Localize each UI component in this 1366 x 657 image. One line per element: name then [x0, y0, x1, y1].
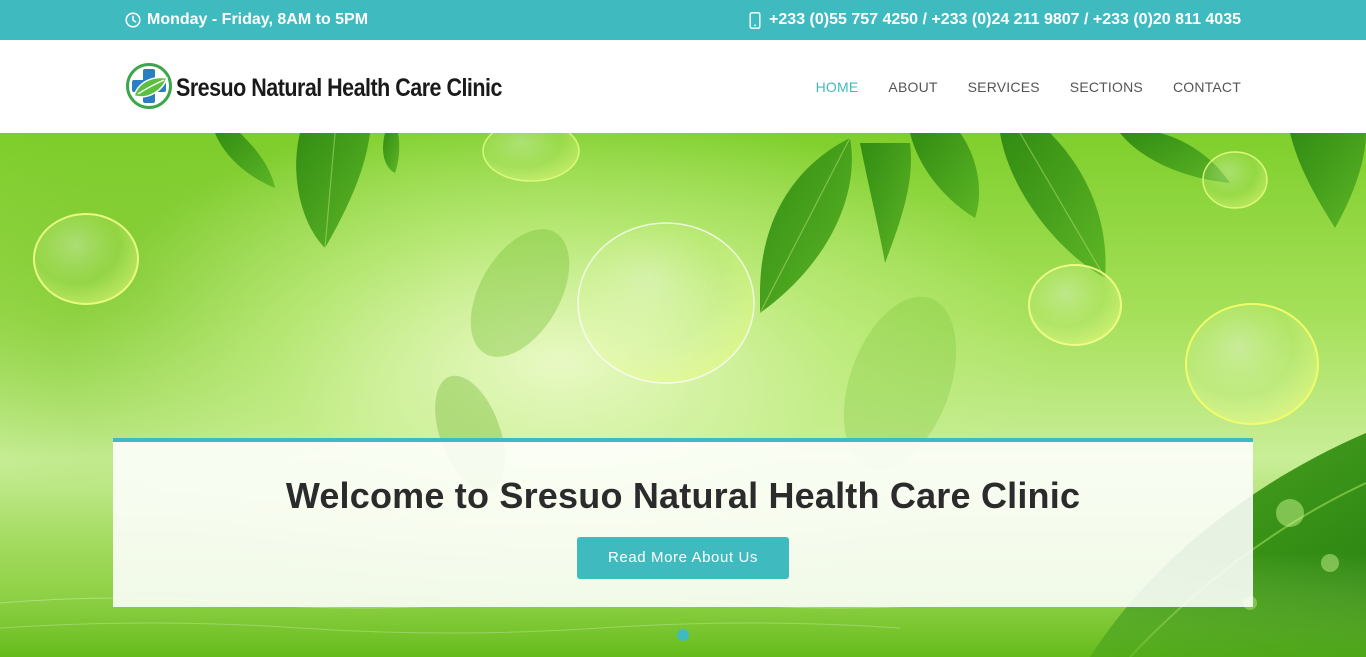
site-header: Sresuo Natural Health Care Clinic HOME A…	[0, 40, 1366, 133]
phone-numbers: +233 (0)55 757 4250 / +233 (0)24 211 980…	[749, 0, 1241, 40]
main-navigation: HOME ABOUT SERVICES SECTIONS CONTACT	[816, 40, 1241, 133]
logo-title: Sresuo Natural Health Care Clinic	[176, 74, 502, 102]
nav-item-home[interactable]: HOME	[816, 79, 859, 95]
hero-slider: Welcome to Sresuo Natural Health Care Cl…	[0, 133, 1366, 657]
cross-leaf-logo-icon	[125, 62, 173, 115]
nav-item-about[interactable]: ABOUT	[888, 79, 937, 95]
leaf-group-left	[215, 133, 400, 249]
mobile-phone-icon	[749, 11, 761, 29]
nav-item-contact[interactable]: CONTACT	[1173, 79, 1241, 95]
phones-text[interactable]: +233 (0)55 757 4250 / +233 (0)24 211 980…	[769, 11, 1241, 29]
top-info-bar: Monday - Friday, 8AM to 5PM +233 (0)55 7…	[0, 0, 1366, 40]
business-hours: Monday - Friday, 8AM to 5PM	[125, 0, 368, 40]
nav-item-sections[interactable]: SECTIONS	[1070, 79, 1143, 95]
site-logo[interactable]: Sresuo Natural Health Care Clinic	[125, 62, 555, 115]
hero-heading: Welcome to Sresuo Natural Health Care Cl…	[285, 475, 1081, 516]
clock-icon	[125, 12, 141, 28]
read-more-button[interactable]: Read More About Us	[577, 537, 789, 579]
nav-item-services[interactable]: SERVICES	[968, 79, 1040, 95]
slider-dot-active[interactable]	[677, 629, 689, 641]
hours-text: Monday - Friday, 8AM to 5PM	[147, 11, 369, 28]
water-drops	[33, 133, 1319, 425]
welcome-card: Welcome to Sresuo Natural Health Care Cl…	[113, 438, 1253, 607]
